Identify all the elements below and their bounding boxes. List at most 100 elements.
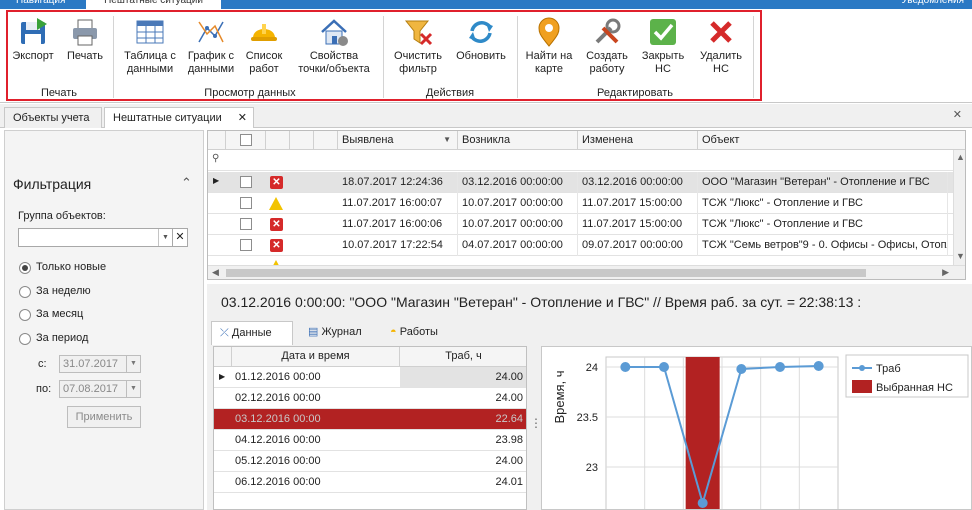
scroll-down-icon[interactable]: ▼ (956, 251, 965, 261)
tab-data[interactable]: ⤫ Данные (211, 321, 293, 345)
work-list-button[interactable]: Список работ (243, 16, 285, 76)
radio-label: За период (36, 332, 89, 344)
row-checkbox[interactable] (240, 197, 252, 209)
column-datetime[interactable]: Дата и время (232, 347, 400, 367)
y-tick-label: 24 (586, 362, 598, 374)
house-icon (321, 19, 348, 46)
object-properties-button[interactable]: Свойства точки/объекта (294, 16, 374, 76)
tab-label: Нештатные ситуации (113, 112, 222, 124)
close-incident-button[interactable]: Закрыть НС (638, 16, 688, 76)
cell-trab: 23.98 (495, 434, 523, 446)
column-object[interactable]: Объект (698, 131, 965, 150)
find-on-map-button[interactable]: Найти на карте (524, 16, 574, 76)
table-row[interactable]: 06.12.2016 00:00 24.01 (214, 472, 526, 493)
row-checkbox[interactable] (240, 218, 252, 230)
radio-period[interactable] (19, 333, 31, 345)
table-row[interactable]: ✕ 10.07.2017 17:22:54 04.07.2017 00:00:0… (208, 235, 965, 256)
select-all-checkbox[interactable] (240, 134, 252, 146)
radio-month[interactable] (19, 309, 31, 321)
cell-datetime: 03.12.2016 00:00 (235, 413, 321, 425)
table-row[interactable]: 04.12.2016 00:00 23.98 (214, 430, 526, 451)
ribbon-group-edit: Редактировать (597, 87, 673, 99)
column-trab[interactable]: Траб, ч (400, 347, 526, 367)
cell-changed: 11.07.2017 15:00:00 (578, 214, 698, 235)
scrollbar-thumb[interactable] (226, 269, 866, 277)
cell-occurred: 03.12.2016 00:00:00 (458, 172, 578, 193)
tools-icon (595, 18, 621, 44)
from-date-field[interactable]: 31.07.2017 ▼ (59, 355, 141, 373)
export-button[interactable]: Экспорт (10, 16, 56, 63)
legend-bar-swatch (852, 380, 872, 393)
legend-label-selected: Выбранная НС (876, 382, 953, 394)
print-button[interactable]: Печать (64, 16, 106, 63)
table-row[interactable]: ✕ 11.07.2017 16:00:06 10.07.2017 00:00:0… (208, 214, 965, 235)
clear-filter-button[interactable]: Очистить фильтр (391, 16, 445, 76)
top-tab-bar: Навигация Нештатные ситуации Уведомления (0, 0, 972, 9)
scroll-right-icon[interactable]: ▶ (942, 267, 949, 278)
cell-object: ТСЖ "Люкс" - Отопление и ГВС (698, 214, 948, 235)
chevron-down-icon[interactable]: ▼ (158, 229, 172, 246)
table-row[interactable]: 03.12.2016 00:00 22.64 (214, 409, 526, 430)
ribbon-group-view: Просмотр данных (204, 87, 296, 99)
to-date-field[interactable]: 07.08.2017 ▼ (59, 380, 141, 398)
table-row[interactable]: 02.12.2016 00:00 24.00 (214, 388, 526, 409)
error-icon: ✕ (270, 218, 283, 231)
ribbon-group-separator (517, 16, 518, 98)
column-occurred[interactable]: Возникла (458, 131, 578, 150)
tab-navigation[interactable]: Навигация (10, 0, 71, 9)
delete-incident-button[interactable]: Удалить НС (696, 16, 746, 76)
error-icon: ✕ (270, 239, 283, 252)
radio-label: За месяц (36, 308, 84, 320)
ribbon-group-separator (753, 16, 754, 98)
radio-label: За неделю (36, 285, 91, 297)
cell-trab: 24.00 (495, 392, 523, 404)
radio-week[interactable] (19, 286, 31, 298)
row-checkbox[interactable] (240, 176, 252, 188)
data-point (659, 362, 669, 372)
grid-header-check[interactable] (226, 131, 266, 150)
data-graph-button[interactable]: График с данными (184, 16, 238, 76)
create-work-button[interactable]: Создать работу (582, 16, 632, 76)
radio-only-new[interactable] (19, 262, 31, 274)
grid-filter-row[interactable]: ⚲ (208, 150, 965, 171)
table-row[interactable]: 11.07.2017 16:00:07 10.07.2017 00:00:00 … (208, 193, 965, 214)
cell-object: ООО "Магазин "Ветеран" - Отопление и ГВС (698, 172, 948, 193)
table-row[interactable]: ▶ 01.12.2016 00:00 24.00 (214, 367, 526, 388)
refresh-button[interactable]: Обновить (453, 16, 509, 63)
close-icon[interactable]: ✕ (953, 108, 962, 121)
table-row[interactable] (208, 256, 965, 265)
apply-button[interactable]: Применить (67, 406, 141, 428)
tab-journal[interactable]: ▤ Журнал (300, 321, 370, 345)
grid-header-blank (290, 131, 314, 150)
cell-changed: 09.07.2017 00:00:00 (578, 235, 698, 256)
tab-works[interactable]: ◓ Работы (382, 321, 446, 345)
chart-svg: 2423.52322.5Время, чТрабВыбранная НС (552, 354, 969, 509)
selected-incident-bar (685, 357, 720, 509)
horizontal-scrollbar[interactable]: ◀ ▶ (208, 265, 965, 279)
table-row[interactable]: 05.12.2016 00:00 24.00 (214, 451, 526, 472)
detail-title: 03.12.2016 0:00:00: "ООО "Магазин "Ветер… (221, 294, 862, 310)
scroll-up-icon[interactable]: ▲ (956, 152, 965, 162)
scroll-left-icon[interactable]: ◀ (212, 267, 219, 278)
row-checkbox[interactable] (240, 239, 252, 251)
cell-occurred: 10.07.2017 00:00:00 (458, 193, 578, 214)
table-row[interactable]: ▶ ✕ 18.07.2017 12:24:36 03.12.2016 00:00… (208, 172, 965, 193)
column-detected[interactable]: Выявлена ▼ (338, 131, 458, 150)
vertical-scrollbar[interactable]: ▲ ▼ (953, 150, 965, 265)
tab-incidents-doc[interactable]: Нештатные ситуации ✕ (104, 107, 254, 128)
grid-header-status (266, 131, 290, 150)
notifications-label[interactable]: Уведомления (880, 0, 970, 9)
splitter-handle[interactable]: ⋮ (530, 417, 542, 440)
cell-object: ТСЖ "Люкс" - Отопление и ГВС (698, 193, 948, 214)
close-icon[interactable]: ✕ (238, 108, 247, 128)
chevron-up-icon[interactable]: ⌃ (181, 175, 192, 191)
radio-label: Только новые (36, 261, 107, 273)
tab-incidents[interactable]: Нештатные ситуации (86, 0, 221, 9)
data-table-button[interactable]: Таблица с данными (121, 16, 179, 76)
warning-icon (269, 197, 283, 210)
column-changed[interactable]: Изменена (578, 131, 698, 150)
data-point (813, 361, 824, 371)
tab-accounting-objects[interactable]: Объекты учета (4, 107, 102, 128)
object-group-select[interactable]: ▼ (18, 228, 173, 247)
clear-icon[interactable]: ✕ (172, 228, 188, 247)
